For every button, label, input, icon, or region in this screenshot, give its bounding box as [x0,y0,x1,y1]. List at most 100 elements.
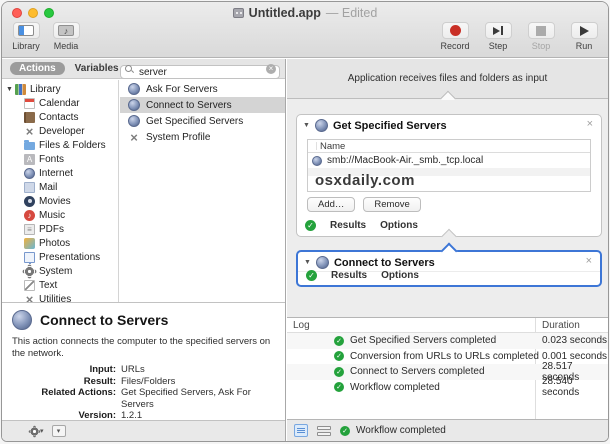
system-icon [24,266,35,277]
media-toolbar-label: Media [54,41,79,51]
add-button[interactable]: Add… [307,197,355,212]
contacts-icon [24,112,35,123]
log-row[interactable]: ✓ Workflow completed 28.540 seconds [287,380,608,396]
library-toolbar-button[interactable]: Library [9,22,43,51]
action-block-connect-to-servers[interactable]: ▼ Connect to Servers × ✓ Results Options [296,250,602,287]
server-row[interactable]: smb://MacBook-Air._smb._tcp.local [308,153,590,168]
action-result-system-profile[interactable]: System Profile [120,129,285,145]
results-toggle[interactable]: Results [330,220,366,231]
options-toggle[interactable]: Options [381,270,419,281]
servers-table-header: Name [308,140,590,153]
disclosure-triangle-icon[interactable]: ▼ [303,122,310,129]
category-label: Developer [39,126,85,137]
workflow-canvas: ▼ Get Specified Servers × Name smb://Mac… [287,100,608,317]
category-label: Music [39,210,65,221]
workflow-status: ✓ Workflow completed [340,425,446,436]
media-toolbar-button[interactable]: ♪ Media [49,22,83,51]
stop-label: Stop [532,41,551,51]
folder-icon [24,142,35,150]
workflow-footer-bar: ✓ Workflow completed [287,419,608,441]
library-footer-bar: ▾ ▾ [2,420,285,441]
library-pane: Actions Variables × ▼ Library Calendar C… [2,59,286,441]
action-description-fields: Input: URLs Result: Files/Folders Relate… [12,364,277,422]
automator-window: Untitled.app — Edited Library ♪ Media Re… [1,1,609,442]
sidebar-item-fonts[interactable]: Fonts [2,152,118,166]
record-button[interactable]: Record [438,22,472,51]
options-toggle[interactable]: Options [380,220,418,231]
results-toggle[interactable]: Results [331,270,367,281]
sidebar-item-files-folders[interactable]: Files & Folders [2,138,118,152]
category-label: Library [30,84,61,95]
movies-icon [24,196,35,207]
action-results-list: Ask For Servers Connect to Servers Get S… [120,80,285,302]
log-view-toggle-icon[interactable] [294,424,308,437]
tab-actions[interactable]: Actions [10,62,65,75]
action-description-panel: Connect to Servers This action connects … [2,302,285,422]
sidebar-item-movies[interactable]: Movies [2,194,118,208]
variables-view-toggle-icon[interactable] [317,424,331,437]
log-message: Workflow completed [350,382,440,393]
workflow-pane: Application receives files and folders a… [287,59,608,441]
disclosure-triangle-icon[interactable]: ▼ [6,86,15,93]
sidebar-item-photos[interactable]: Photos [2,236,118,250]
success-check-icon: ✓ [334,367,344,377]
clear-search-icon[interactable]: × [266,64,276,74]
log-message: Conversion from URLs to URLs completed [350,351,539,362]
watermark-text: osxdaily.com [315,172,415,189]
globe-icon [128,83,140,95]
sidebar-item-mail[interactable]: Mail [2,180,118,194]
window-title-text: Untitled.app [249,6,321,20]
calendar-icon [24,98,35,109]
tab-variables[interactable]: Variables [75,63,119,74]
library-sidebar-icon [18,25,34,36]
close-icon[interactable]: × [587,118,593,130]
search-input[interactable] [120,65,280,79]
sidebar-item-calendar[interactable]: Calendar [2,96,118,110]
log-row[interactable]: ✓ Get Specified Servers completed 0.023 … [287,333,608,349]
sidebar-item-developer[interactable]: Developer [2,124,118,138]
action-block-get-specified-servers[interactable]: ▼ Get Specified Servers × Name smb://Mac… [296,114,602,237]
workflow-input-header[interactable]: Application receives files and folders a… [287,59,608,99]
action-globe-icon [12,310,32,330]
action-globe-icon [316,256,329,269]
disclosure-triangle-icon[interactable]: ▼ [304,259,311,266]
workflow-status-text: Workflow completed [356,425,446,436]
text-icon [24,280,35,291]
log-message: Connect to Servers completed [350,366,485,377]
success-check-icon: ✓ [334,382,344,392]
automator-doc-icon [233,8,244,18]
library-toolbar-label: Library [12,41,40,51]
description-field: Related Actions: Get Specified Servers, … [12,387,277,410]
sidebar-item-pdfs[interactable]: PDFs [2,222,118,236]
category-label: Utilities [39,294,71,303]
field-value: Get Specified Servers, Ask For Servers [121,387,277,410]
photos-icon [24,238,35,249]
field-value: URLs [121,364,145,376]
sidebar-item-utilities[interactable]: Utilities [2,292,118,302]
sidebar-item-presentations[interactable]: Presentations [2,250,118,264]
gear-menu-button[interactable]: ▾ [30,427,44,436]
sidebar-item-text[interactable]: Text [2,278,118,292]
stop-icon [536,26,546,36]
chevron-down-icon: ▾ [40,427,44,435]
action-result-ask-for-servers[interactable]: Ask For Servers [120,81,285,97]
sidebar-item-contacts[interactable]: Contacts [2,110,118,124]
search-field: × [120,62,280,76]
sidebar-item-music[interactable]: Music [2,208,118,222]
media-icon: ♪ [58,25,74,36]
action-result-get-specified-servers[interactable]: Get Specified Servers [120,113,285,129]
toggle-description-button[interactable]: ▾ [52,425,66,437]
globe-icon [128,115,140,127]
step-button[interactable]: Step [481,22,515,51]
sidebar-item-library[interactable]: ▼ Library [2,82,118,96]
close-icon[interactable]: × [586,255,592,267]
action-result-connect-to-servers[interactable]: Connect to Servers [120,97,285,113]
remove-button[interactable]: Remove [363,197,420,212]
step-label: Step [489,41,508,51]
action-description-title: Connect to Servers [40,312,168,328]
sidebar-item-internet[interactable]: Internet [2,166,118,180]
run-button[interactable]: Run [567,22,601,51]
stop-button[interactable]: Stop [524,22,558,51]
sidebar-item-system[interactable]: System [2,264,118,278]
description-field: Result: Files/Folders [12,376,277,388]
